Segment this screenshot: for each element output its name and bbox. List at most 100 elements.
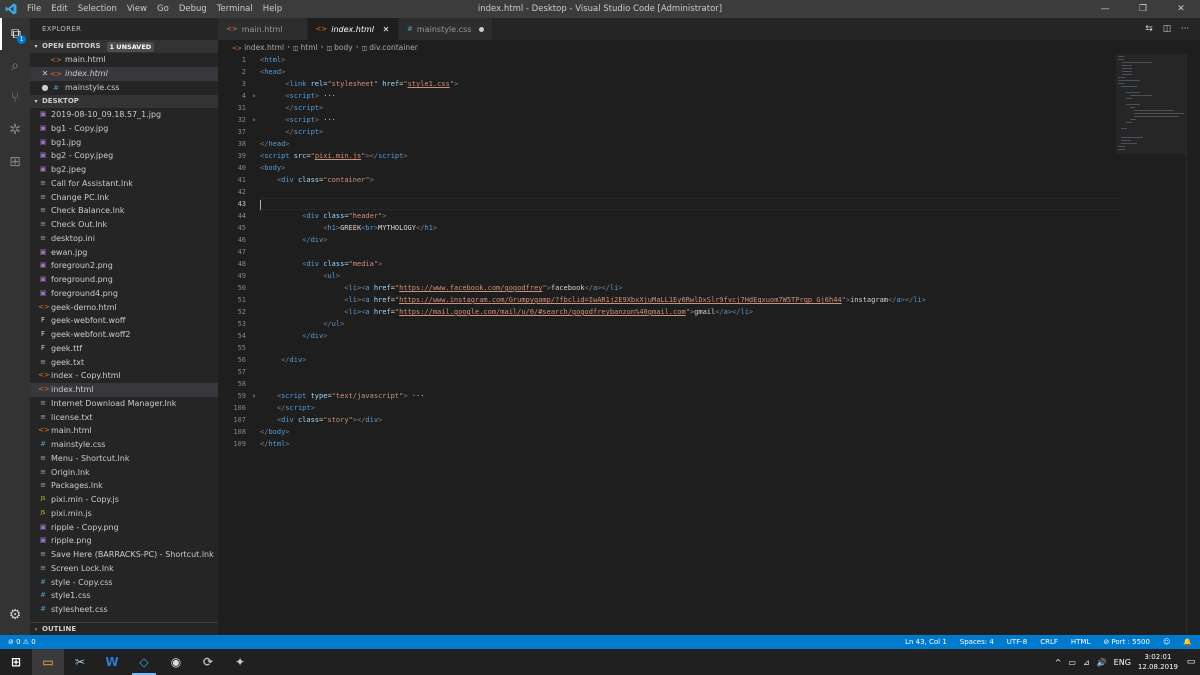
file-tree-item[interactable]: ≡ Internet Download Manager.lnk bbox=[30, 397, 218, 411]
start-icon[interactable]: ⊞ bbox=[0, 649, 32, 675]
file-tree-item[interactable]: # style1.css bbox=[30, 589, 218, 603]
encoding[interactable]: UTF-8 bbox=[1007, 638, 1027, 646]
tab-mainstyle-css[interactable]: # mainstyle.css bbox=[399, 18, 494, 40]
feedback-icon[interactable]: ☺ bbox=[1163, 638, 1170, 646]
code-line[interactable] bbox=[260, 246, 1120, 258]
chrome-icon[interactable]: ◉ bbox=[160, 649, 192, 675]
settings-app-icon[interactable]: ✦ bbox=[224, 649, 256, 675]
code-line[interactable] bbox=[260, 378, 1120, 390]
file-tree-item[interactable]: ▣ bg2.jpeg bbox=[30, 163, 218, 177]
minimize-button[interactable]: — bbox=[1086, 0, 1124, 18]
file-tree-item[interactable]: ≡ geek.txt bbox=[30, 356, 218, 370]
open-changes-icon[interactable]: ⇆ bbox=[1140, 24, 1158, 34]
volume-icon[interactable]: 🔊 bbox=[1097, 658, 1107, 667]
notifications-icon[interactable]: 🔔 bbox=[1183, 638, 1192, 646]
file-tree-item[interactable]: ▣ ripple - Copy.png bbox=[30, 521, 218, 535]
open-editors-header[interactable]: ▾ OPEN EDITORS 1 UNSAVED bbox=[30, 40, 218, 53]
file-tree-item[interactable]: JS pixi.min.js bbox=[30, 507, 218, 521]
close-tab-icon[interactable]: ✕ bbox=[382, 25, 390, 34]
menu-help[interactable]: Help bbox=[258, 0, 287, 18]
file-tree-item[interactable]: ▣ ripple.png bbox=[30, 534, 218, 548]
file-tree-item[interactable]: ▣ 2019-08-10_09.18.57_1.jpg bbox=[30, 108, 218, 122]
code-line[interactable]: <li><a href="https://www.facebook.com/go… bbox=[260, 282, 1120, 294]
battery-icon[interactable]: ▭ bbox=[1068, 658, 1076, 667]
unsaved-dot-icon[interactable] bbox=[479, 26, 485, 32]
file-tree-item[interactable]: <> index - Copy.html bbox=[30, 369, 218, 383]
outline-header[interactable]: › OUTLINE bbox=[30, 622, 218, 635]
menu-edit[interactable]: Edit bbox=[46, 0, 72, 18]
close-icon[interactable]: ✕ bbox=[40, 67, 50, 81]
breadcrumb-item[interactable]: ◫ html bbox=[293, 43, 318, 52]
minimap[interactable] bbox=[1116, 54, 1186, 174]
code-line[interactable]: </body> bbox=[260, 426, 1120, 438]
code-line[interactable]: <li><a href="https://mail.google.com/mai… bbox=[260, 306, 1120, 318]
split-editor-icon[interactable]: ◫ bbox=[1158, 24, 1176, 34]
file-tree-item[interactable]: <> geek-demo.html bbox=[30, 301, 218, 315]
breadcrumb-item[interactable]: ◫ body bbox=[326, 43, 352, 52]
file-tree-item[interactable]: ≡ Screen Lock.lnk bbox=[30, 562, 218, 576]
more-actions-icon[interactable]: ··· bbox=[1176, 24, 1194, 34]
file-tree-item[interactable]: # style - Copy.css bbox=[30, 576, 218, 590]
file-tree-item[interactable]: ≡ Check Out.lnk bbox=[30, 218, 218, 232]
network-icon[interactable]: ⊿ bbox=[1083, 658, 1090, 667]
menu-file[interactable]: File bbox=[22, 0, 46, 18]
source-control-icon[interactable]: ⑂ bbox=[0, 82, 30, 114]
language-mode[interactable]: HTML bbox=[1071, 638, 1090, 646]
file-tree-item[interactable]: <> main.html bbox=[30, 424, 218, 438]
file-tree-item[interactable]: ≡ Call for Assistant.lnk bbox=[30, 177, 218, 191]
cursor-position[interactable]: Ln 43, Col 1 bbox=[905, 638, 947, 646]
desktop-folder-header[interactable]: ▾ DESKTOP bbox=[30, 95, 218, 108]
fold-chevron-icon[interactable]: › bbox=[248, 114, 260, 126]
file-tree-item[interactable]: # mainstyle.css bbox=[30, 438, 218, 452]
file-tree-item[interactable]: ▣ bg1 - Copy.jpg bbox=[30, 122, 218, 136]
file-tree-item[interactable]: ≡ Packages.lnk bbox=[30, 479, 218, 493]
word-icon[interactable]: W bbox=[96, 649, 128, 675]
line-ending[interactable]: CRLF bbox=[1040, 638, 1058, 646]
file-tree-item[interactable]: ≡ Save Here (BARRACKS-PC) - Shortcut.lnk bbox=[30, 548, 218, 562]
code-line[interactable]: <div class="header"> bbox=[260, 210, 1120, 222]
file-tree-item[interactable]: ≡ Change PC.lnk bbox=[30, 191, 218, 205]
code-line[interactable]: </script> bbox=[260, 402, 1120, 414]
code-line[interactable]: </div> bbox=[260, 234, 1120, 246]
code-line[interactable] bbox=[260, 366, 1120, 378]
code-line[interactable]: <html> bbox=[260, 54, 1120, 66]
file-tree-item[interactable]: # stylesheet.css bbox=[30, 603, 218, 617]
fold-chevron-icon[interactable]: › bbox=[248, 90, 260, 102]
input-language[interactable]: ENG bbox=[1114, 658, 1131, 667]
code-line[interactable]: <div class="media"> bbox=[260, 258, 1120, 270]
code-line[interactable]: </script> bbox=[260, 126, 1120, 138]
menu-view[interactable]: View bbox=[122, 0, 152, 18]
problems-indicator[interactable]: ⊘ 0 ⚠ 0 bbox=[8, 638, 36, 646]
file-tree-item[interactable]: ▣ foreground.png bbox=[30, 273, 218, 287]
code-line[interactable] bbox=[260, 186, 1120, 198]
app-icon[interactable]: ⟳ bbox=[192, 649, 224, 675]
code-line[interactable] bbox=[260, 198, 1120, 210]
code-line[interactable]: </script> bbox=[260, 102, 1120, 114]
code-line[interactable]: </div> bbox=[260, 354, 1120, 366]
code-line[interactable]: <link rel="stylesheet" href="style1.css"… bbox=[260, 78, 1120, 90]
close-button[interactable]: ✕ bbox=[1162, 0, 1200, 18]
vertical-scrollbar[interactable] bbox=[1186, 54, 1200, 635]
fold-chevron-icon[interactable]: › bbox=[248, 390, 260, 402]
code-editor[interactable]: 1 2 3 4 31 32 37 38 39 40 41 42 43 44 45 46 47 48 49 50 51 52… bbox=[218, 54, 1200, 635]
tab-index-html[interactable]: <> index.html ✕ bbox=[307, 18, 400, 40]
maximize-button[interactable]: ❐ bbox=[1124, 0, 1162, 18]
explorer-icon[interactable]: ⧉ 1 bbox=[0, 18, 30, 50]
code-line[interactable] bbox=[260, 342, 1120, 354]
menu-terminal[interactable]: Terminal bbox=[212, 0, 258, 18]
search-icon[interactable]: ⌕ bbox=[0, 50, 30, 82]
live-server-port[interactable]: ⊘ Port : 5500 bbox=[1103, 638, 1150, 646]
open-editor-item[interactable]: <> main.html bbox=[30, 53, 218, 67]
code-line[interactable]: </ul> bbox=[260, 318, 1120, 330]
code-line[interactable]: <h1>GREEK<br>MYTHOLOGY</h1> bbox=[260, 222, 1120, 234]
snipping-tool-icon[interactable]: ✂ bbox=[64, 649, 96, 675]
code-line[interactable]: <li><a href="https://www.instagram.com/G… bbox=[260, 294, 1120, 306]
indentation[interactable]: Spaces: 4 bbox=[960, 638, 994, 646]
file-tree-item[interactable]: ≡ Check Balance.lnk bbox=[30, 204, 218, 218]
menu-debug[interactable]: Debug bbox=[174, 0, 212, 18]
code-line[interactable]: </html> bbox=[260, 438, 1120, 450]
action-center-icon[interactable]: ▭ bbox=[1184, 657, 1198, 667]
show-hidden-icons-icon[interactable]: ^ bbox=[1055, 658, 1062, 667]
code-line[interactable]: <script> ··· bbox=[260, 90, 1120, 102]
file-tree-item[interactable]: ▣ ewan.jpg bbox=[30, 246, 218, 260]
